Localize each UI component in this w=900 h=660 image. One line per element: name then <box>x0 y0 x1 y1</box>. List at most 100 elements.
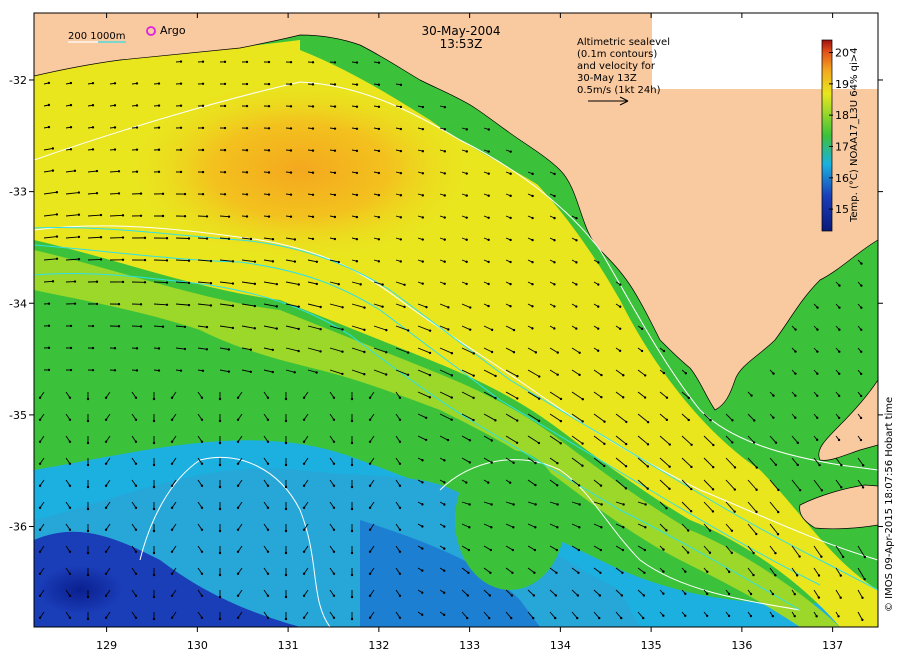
velocity-arrow-head <box>293 238 297 241</box>
velocity-arrow-head <box>266 528 270 531</box>
velocity-arrow-head <box>157 148 161 151</box>
velocity-arrow-head <box>104 616 108 619</box>
velocity-arrow-head <box>510 594 514 597</box>
velocity-arrow-head <box>403 305 406 309</box>
velocity-arrow-head <box>377 149 381 153</box>
velocity-arrow-head <box>646 487 649 490</box>
velocity-arrow-head <box>152 551 156 555</box>
velocity-arrow-head <box>99 213 103 217</box>
velocity-arrow-head <box>554 616 557 620</box>
velocity-arrow-head <box>95 280 99 283</box>
velocity-arrow-head <box>38 396 42 399</box>
velocity-arrow-head <box>577 484 581 487</box>
velocity-arrow <box>87 258 102 261</box>
velocity-arrow-head <box>622 374 625 377</box>
velocity-arrow-head <box>705 592 709 596</box>
velocity-arrow-head <box>490 503 493 506</box>
velocity-arrow-head <box>38 550 42 553</box>
velocity-arrow-head <box>668 443 671 446</box>
velocity-arrow-head <box>311 127 315 130</box>
velocity-arrow-head <box>368 396 372 399</box>
velocity-arrow-head <box>170 528 174 531</box>
velocity-arrow-head <box>297 327 300 331</box>
velocity-arrow-head <box>381 283 384 286</box>
velocity-arrow-head <box>77 191 81 194</box>
velocity-arrow-head <box>599 484 603 487</box>
velocity-arrow-head <box>443 194 446 197</box>
velocity-arrow-head <box>774 574 777 577</box>
velocity-arrow-head <box>512 503 515 506</box>
velocity-arrow-head <box>421 216 424 219</box>
velocity-arrow-head <box>266 484 270 487</box>
velocity-arrow-head <box>332 550 336 553</box>
velocity-arrow-head <box>143 236 147 240</box>
velocity-arrow-head <box>578 526 581 529</box>
velocity-arrow-head <box>727 614 731 618</box>
velocity-arrow-head <box>815 438 819 442</box>
velocity-arrow-head <box>600 395 603 399</box>
velocity-arrow-head <box>509 216 512 220</box>
velocity-arrow-head <box>68 484 72 487</box>
velocity-arrow-head <box>687 396 691 400</box>
velocity-arrow-head <box>223 82 227 86</box>
velocity-arrow-head <box>350 507 354 511</box>
velocity-arrow-head <box>91 81 95 85</box>
velocity-arrow-head <box>179 369 183 372</box>
velocity-arrow-head <box>47 81 51 85</box>
velocity-arrow-head <box>38 594 42 597</box>
velocity-arrow-head <box>817 574 821 577</box>
velocity-arrow-head <box>333 193 337 197</box>
velocity-arrow-head <box>223 60 227 64</box>
velocity-arrow-head <box>581 464 584 467</box>
velocity-arrow-head <box>687 529 690 532</box>
velocity-arrow-head <box>341 350 344 353</box>
velocity-arrow-head <box>662 592 665 595</box>
velocity-arrow-head <box>537 419 541 423</box>
velocity-arrow-head <box>620 616 623 620</box>
velocity-arrow-head <box>643 548 647 552</box>
velocity-arrow-head <box>266 506 270 509</box>
velocity-arrow-head <box>271 370 274 374</box>
velocity-arrow-head <box>333 61 337 64</box>
velocity-arrow-head <box>55 213 59 216</box>
velocity-arrow-head <box>421 127 425 131</box>
velocity-arrow-head <box>134 528 138 531</box>
x-tick-label: 131 <box>278 639 299 652</box>
velocity-arrow-head <box>218 397 222 401</box>
velocity-arrow-head <box>47 346 51 350</box>
velocity-arrow-head <box>332 594 336 597</box>
velocity-arrow-head <box>267 127 271 130</box>
velocity-arrow-head <box>487 282 490 286</box>
velocity-arrow-head <box>752 441 756 444</box>
velocity-arrow-head <box>603 442 606 446</box>
velocity-arrow-head <box>469 328 472 331</box>
velocity-arrow-head <box>398 484 402 487</box>
velocity-arrow-head <box>69 346 73 350</box>
velocity-arrow-head <box>794 416 797 419</box>
velocity-arrow-head <box>771 614 775 618</box>
velocity-arrow-head <box>774 463 778 467</box>
velocity-arrow-head <box>231 282 235 285</box>
velocity-arrow-head <box>646 443 650 446</box>
velocity-arrow-head <box>38 528 42 531</box>
velocity-arrow-head <box>531 283 534 286</box>
velocity-arrow-head <box>837 416 841 420</box>
velocity-arrow-head <box>689 510 693 513</box>
velocity-arrow-head <box>555 548 559 552</box>
velocity-arrow-head <box>421 525 424 528</box>
velocity-arrow-head <box>820 489 824 492</box>
velocity-arrow-head <box>245 126 249 130</box>
velocity-arrow-head <box>359 283 362 286</box>
velocity-arrow-head <box>443 238 446 241</box>
velocity-arrow-head <box>581 442 584 445</box>
sst-green-eddy <box>455 450 565 590</box>
velocity-arrow-head <box>69 103 73 107</box>
velocity-arrow-head <box>428 351 432 355</box>
velocity-arrow-head <box>555 571 558 574</box>
velocity-arrow-head <box>201 192 205 196</box>
velocity-arrow-head <box>755 466 758 469</box>
velocity-arrow-head <box>665 507 668 510</box>
velocity-arrow-head <box>95 302 99 306</box>
velocity-arrow-head <box>399 216 403 219</box>
velocity-arrow-head <box>267 105 271 108</box>
